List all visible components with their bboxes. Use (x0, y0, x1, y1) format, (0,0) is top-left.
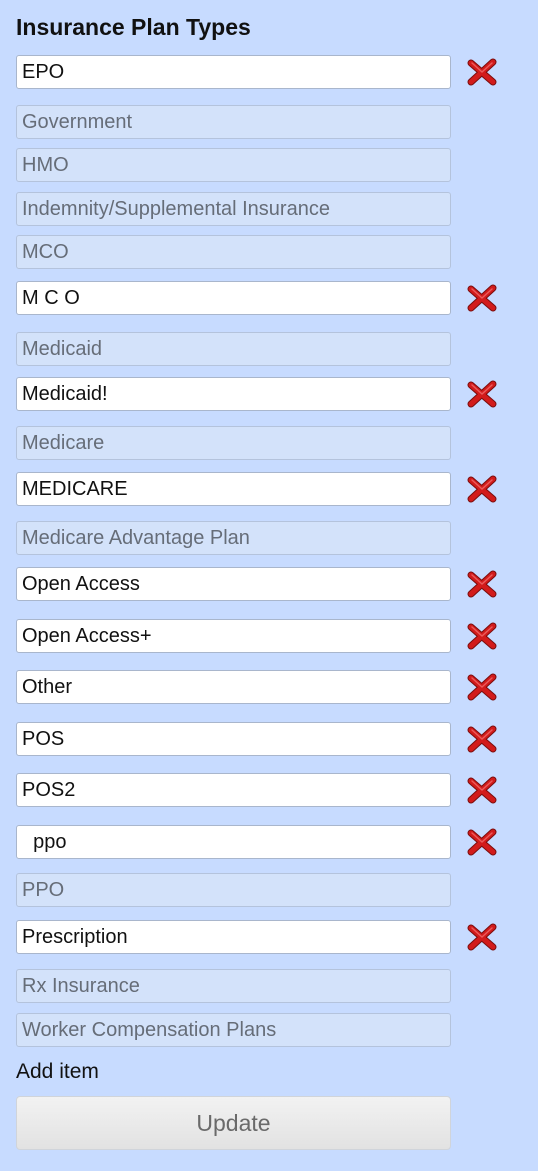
remove-x-icon[interactable] (466, 724, 498, 754)
plan-type-input[interactable]: M C O (16, 281, 451, 315)
plan-type-input[interactable]: Open Access (16, 567, 451, 601)
remove-x-icon[interactable] (466, 672, 498, 702)
plan-type-readonly-field: Indemnity/Supplemental Insurance (16, 192, 451, 226)
plan-type-readonly-field: MCO (16, 235, 451, 269)
plan-type-input[interactable]: Medicaid! (16, 377, 451, 411)
page-title: Insurance Plan Types (16, 14, 251, 40)
plan-type-input[interactable]: Open Access+ (16, 619, 451, 653)
plan-type-input[interactable]: MEDICARE (16, 472, 451, 506)
plan-type-readonly-field: Government (16, 105, 451, 139)
plan-type-readonly-field: Worker Compensation Plans (16, 1013, 451, 1047)
plan-type-readonly-field: Medicaid (16, 332, 451, 366)
remove-x-icon[interactable] (466, 379, 498, 409)
plan-type-input[interactable]: Prescription (16, 920, 451, 954)
plan-type-readonly-field: Medicare (16, 426, 451, 460)
remove-x-icon[interactable] (466, 827, 498, 857)
plan-type-readonly-field: Rx Insurance (16, 969, 451, 1003)
remove-x-icon[interactable] (466, 283, 498, 313)
remove-x-icon[interactable] (466, 922, 498, 952)
plan-type-readonly-field: HMO (16, 148, 451, 182)
plan-type-input[interactable]: POS2 (16, 773, 451, 807)
plan-type-input[interactable]: POS (16, 722, 451, 756)
plan-type-input[interactable]: ppo (16, 825, 451, 859)
remove-x-icon[interactable] (466, 621, 498, 651)
plan-type-readonly-field: PPO (16, 873, 451, 907)
update-button[interactable]: Update (16, 1096, 451, 1150)
remove-x-icon[interactable] (466, 569, 498, 599)
plan-type-readonly-field: Medicare Advantage Plan (16, 521, 451, 555)
plan-type-input[interactable]: EPO (16, 55, 451, 89)
remove-x-icon[interactable] (466, 775, 498, 805)
plan-type-input[interactable]: Other (16, 670, 451, 704)
add-item-link[interactable]: Add item (16, 1058, 99, 1086)
remove-x-icon[interactable] (466, 474, 498, 504)
remove-x-icon[interactable] (466, 57, 498, 87)
